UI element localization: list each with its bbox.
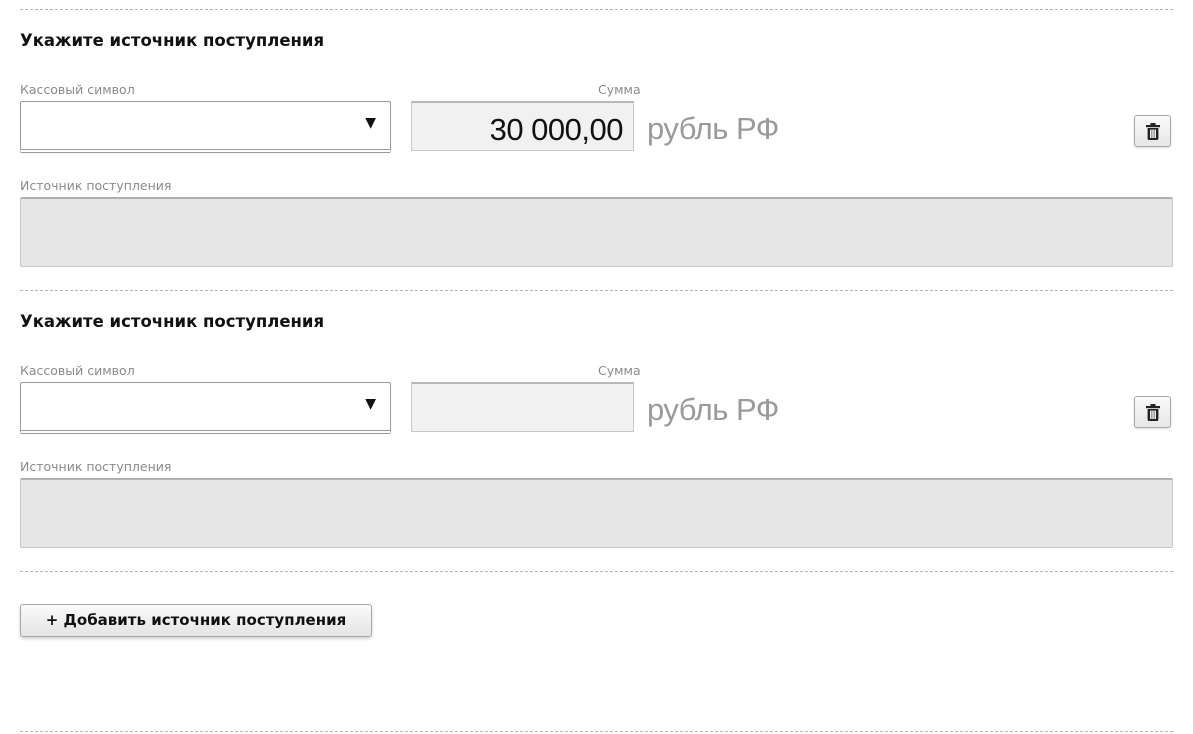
source-field[interactable] bbox=[20, 478, 1173, 548]
chevron-down-icon: ▼ bbox=[365, 396, 376, 412]
bottom-divider bbox=[20, 731, 1173, 732]
amount-label: Сумма bbox=[598, 82, 641, 97]
section-title: Укажите источник поступления bbox=[20, 31, 325, 50]
amount-label: Сумма bbox=[598, 363, 641, 378]
income-source-section-1: Укажите источник поступления Кассовый си… bbox=[20, 31, 1173, 271]
delete-source-button[interactable] bbox=[1134, 396, 1171, 428]
source-label: Источник поступления bbox=[20, 178, 172, 193]
section-divider bbox=[20, 290, 1173, 291]
cash-symbol-label: Кассовый символ bbox=[20, 82, 135, 97]
cash-symbol-label: Кассовый символ bbox=[20, 363, 135, 378]
income-source-section-2: Укажите источник поступления Кассовый си… bbox=[20, 312, 1173, 552]
chevron-down-icon: ▼ bbox=[365, 115, 376, 131]
cash-symbol-select[interactable]: ▼ bbox=[20, 382, 391, 434]
amount-input[interactable]: 30 000,00 bbox=[411, 101, 634, 151]
cash-symbol-select[interactable]: ▼ bbox=[20, 101, 391, 153]
section-title: Укажите источник поступления bbox=[20, 312, 325, 331]
trash-icon bbox=[1146, 404, 1160, 421]
trash-icon bbox=[1146, 123, 1160, 140]
source-field[interactable] bbox=[20, 197, 1173, 267]
amount-input[interactable] bbox=[411, 382, 634, 432]
section-divider bbox=[20, 571, 1173, 572]
currency-label: рубль РФ bbox=[647, 392, 779, 427]
add-source-button[interactable]: + Добавить источник поступления bbox=[20, 604, 372, 637]
currency-label: рубль РФ bbox=[647, 111, 779, 146]
top-divider bbox=[20, 9, 1173, 10]
delete-source-button[interactable] bbox=[1134, 115, 1171, 147]
source-label: Источник поступления bbox=[20, 459, 172, 474]
